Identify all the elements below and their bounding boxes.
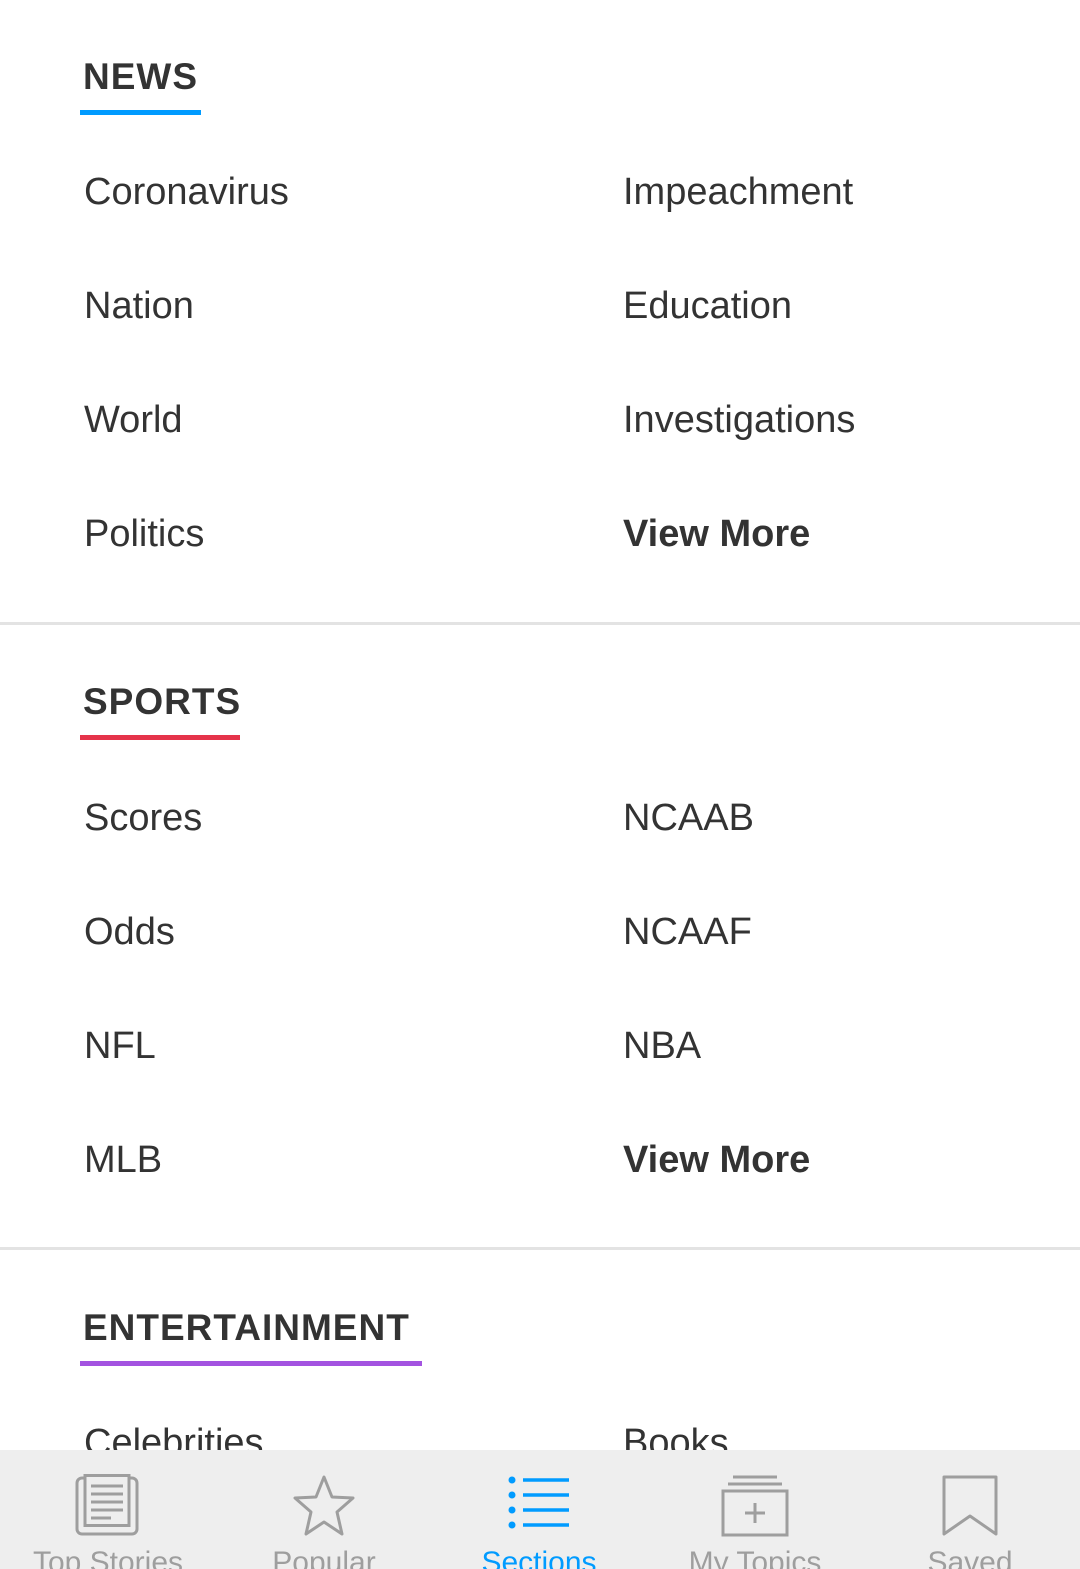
section-link-ncaaf[interactable]: NCAAF (623, 910, 752, 954)
section-link-nfl[interactable]: NFL (84, 1024, 156, 1068)
section-link-nba[interactable]: NBA (623, 1024, 701, 1068)
section-link-education[interactable]: Education (623, 284, 792, 328)
add-topics-icon (721, 1475, 789, 1537)
section-link-ncaab[interactable]: NCAAB (623, 796, 754, 840)
sports-section: SPORTS Scores NCAAB Odds NCAAF NFL NBA M… (0, 625, 1080, 1248)
tab-my-topics[interactable]: My Topics (647, 1450, 863, 1569)
entertainment-section: ENTERTAINMENT Celebrities Books (0, 1251, 1080, 1464)
news-section-title: NEWS (80, 54, 201, 115)
bottom-tab-bar: Top Stories Popular Sections My Topics S… (0, 1450, 1080, 1569)
newspaper-icon (75, 1474, 139, 1536)
section-link-nation[interactable]: Nation (84, 284, 194, 328)
section-link-coronavirus[interactable]: Coronavirus (84, 170, 289, 214)
section-link-scores[interactable]: Scores (84, 796, 202, 840)
section-divider (0, 1247, 1080, 1250)
tab-label: Saved (927, 1546, 1013, 1569)
entertainment-section-header: ENTERTAINMENT (80, 1305, 422, 1366)
list-icon (508, 1476, 569, 1529)
section-link-impeachment[interactable]: Impeachment (623, 170, 853, 214)
tab-top-stories[interactable]: Top Stories (0, 1450, 216, 1569)
section-link-mlb[interactable]: MLB (84, 1138, 162, 1182)
tab-label: Popular (272, 1546, 376, 1569)
section-link-world[interactable]: World (84, 398, 183, 442)
entertainment-section-title: ENTERTAINMENT (80, 1305, 422, 1366)
section-link-politics[interactable]: Politics (84, 512, 204, 556)
bookmark-icon (942, 1475, 998, 1536)
star-icon (293, 1475, 355, 1536)
tab-label: Sections (481, 1546, 597, 1569)
section-link-odds[interactable]: Odds (84, 910, 175, 954)
sports-view-more-link[interactable]: View More (623, 1138, 810, 1182)
news-view-more-link[interactable]: View More (623, 512, 810, 556)
tab-sections[interactable]: Sections (431, 1450, 647, 1569)
tab-saved[interactable]: Saved (862, 1450, 1078, 1569)
tab-label: Top Stories (32, 1546, 184, 1569)
tab-label: My Topics (688, 1546, 822, 1569)
sports-section-header: SPORTS (80, 679, 240, 740)
sports-section-title: SPORTS (80, 679, 240, 740)
section-link-investigations[interactable]: Investigations (623, 398, 855, 442)
news-section-header: NEWS (80, 54, 201, 115)
tab-popular[interactable]: Popular (216, 1450, 432, 1569)
news-section: NEWS Coronavirus Impeachment Nation Educ… (0, 0, 1080, 624)
